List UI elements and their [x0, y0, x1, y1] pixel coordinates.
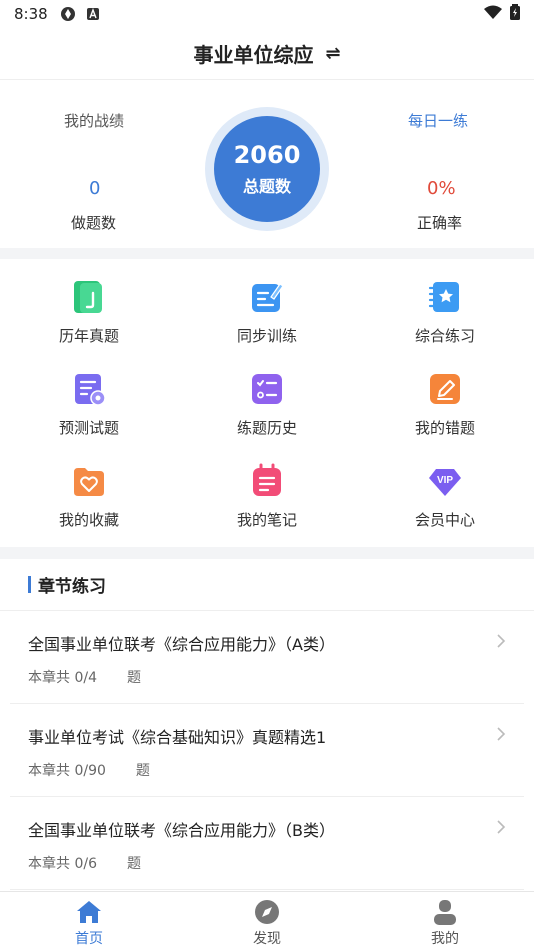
- chapter-item[interactable]: 事业单位考试《综合基础知识》真题精选1 本章共 0/90 题: [10, 704, 524, 797]
- feature-grid: 历年真题 同步训练 综合练习 预测试题 练题历史 我的错题 我的收藏 我的笔记 …: [0, 259, 534, 547]
- battery-icon: [510, 4, 520, 24]
- accuracy-value: 0%: [427, 178, 456, 199]
- total-count-label: 总题数: [242, 177, 291, 196]
- grid-item-favorites[interactable]: 我的收藏: [0, 443, 178, 535]
- grid-item-label: 我的笔记: [236, 511, 297, 529]
- grid-item-label: 会员中心: [414, 511, 475, 529]
- tab-mine[interactable]: 我的: [385, 892, 505, 950]
- person-icon: [434, 900, 456, 925]
- chapter-progress-count: 本章共 0/90: [28, 763, 106, 779]
- chevron-right-icon: [497, 727, 506, 741]
- grid-item-past-exams[interactable]: 历年真题: [0, 259, 178, 351]
- title-bar: 事业单位综应 ⇌: [0, 28, 534, 80]
- tab-label: 我的: [431, 931, 459, 947]
- notification-a-icon: [86, 7, 100, 21]
- chapter-progress-unit: 题: [126, 856, 141, 872]
- purple-checklist-icon: [252, 374, 282, 404]
- chapter-item[interactable]: 全国事业单位联考《综合应用能力》（B类） 本章共 0/6 题: [10, 797, 524, 890]
- chapter-item[interactable]: 全国事业单位联考《综合应用能力》（A类） 本章共 0/4 题: [10, 611, 524, 704]
- switch-exam-icon[interactable]: ⇌: [325, 43, 340, 64]
- grid-item-practice-history[interactable]: 练题历史: [178, 351, 356, 443]
- pink-note-icon: [253, 463, 281, 496]
- tab-label: 首页: [75, 931, 103, 947]
- daily-practice-link[interactable]: 每日一练: [408, 110, 468, 131]
- grid-item-label: 我的收藏: [58, 511, 119, 529]
- total-count: 2060: [233, 141, 301, 169]
- stats-panel: 我的战绩 每日一练 0 做题数 2060 总题数 0% 正确率: [0, 80, 534, 248]
- grid-item-label: 预测试题: [58, 419, 119, 437]
- grid-item-comprehensive-practice[interactable]: 综合练习: [356, 259, 534, 351]
- grid-item-label: 同步训练: [236, 327, 297, 345]
- grid-item-vip-center[interactable]: VIP 会员中心: [356, 443, 534, 535]
- orange-pencil-icon: [430, 374, 460, 404]
- chapter-title: 全国事业单位联考《综合应用能力》（A类）: [28, 635, 335, 654]
- chapter-title: 全国事业单位联考《综合应用能力》（B类）: [28, 821, 335, 840]
- orange-heart-folder-icon: [74, 468, 104, 496]
- chapter-title: 事业单位考试《综合基础知识》真题精选1: [28, 728, 327, 747]
- sync-icon: [60, 6, 76, 22]
- grid-item-label: 我的错题: [414, 419, 475, 437]
- section-title: 章节练习: [38, 577, 106, 597]
- tab-label: 发现: [253, 931, 281, 947]
- status-bar: 8:38: [0, 0, 534, 28]
- grid-item-label: 历年真题: [58, 327, 119, 345]
- tab-home[interactable]: 首页: [29, 892, 149, 950]
- green-book-icon: [74, 281, 102, 313]
- chapter-progress: 本章共 0/6 题: [28, 853, 141, 873]
- page-title[interactable]: 事业单位综应: [193, 39, 313, 68]
- grid-item-sync-training[interactable]: 同步训练: [178, 259, 356, 351]
- bottom-tab-bar: 首页 发现 我的: [0, 891, 534, 950]
- wifi-icon: [484, 5, 502, 23]
- chevron-right-icon: [497, 820, 506, 834]
- chapter-progress-unit: 题: [126, 670, 141, 686]
- purple-document-icon: [75, 374, 106, 406]
- purple-vip-icon: VIP: [429, 469, 461, 496]
- grid-item-predicted-questions[interactable]: 预测试题: [0, 351, 178, 443]
- grid-item-my-mistakes[interactable]: 我的错题: [356, 351, 534, 443]
- compass-icon: [255, 900, 279, 924]
- section-header: 章节练习: [0, 559, 534, 611]
- chapter-practice-section: 章节练习 全国事业单位联考《综合应用能力》（A类） 本章共 0/4 题 事业单位考…: [0, 559, 534, 891]
- my-record-label[interactable]: 我的战绩: [64, 110, 124, 131]
- tab-discover[interactable]: 发现: [207, 892, 327, 950]
- grid-item-my-notes[interactable]: 我的笔记: [178, 443, 356, 535]
- blue-edit-icon: [252, 283, 284, 312]
- home-icon: [77, 901, 101, 923]
- svg-text:VIP: VIP: [437, 475, 453, 486]
- chapter-progress: 本章共 0/4 题: [28, 667, 141, 687]
- section-accent-bar: [28, 576, 31, 593]
- chapter-progress: 本章共 0/90 题: [28, 760, 150, 780]
- chapter-progress-count: 本章共 0/4: [28, 670, 97, 686]
- blue-star-notebook-icon: [428, 282, 459, 312]
- accuracy-label: 正确率: [417, 214, 463, 232]
- status-time: 8:38: [14, 5, 48, 23]
- chapter-progress-count: 本章共 0/6: [28, 856, 97, 872]
- chapter-progress-unit: 题: [135, 763, 150, 779]
- total-questions-badge: 2060 总题数: [205, 107, 329, 231]
- done-count: 0: [89, 178, 101, 199]
- chevron-right-icon: [497, 634, 506, 648]
- grid-item-label: 练题历史: [236, 419, 297, 437]
- done-count-label: 做题数: [71, 214, 117, 232]
- grid-item-label: 综合练习: [414, 327, 475, 345]
